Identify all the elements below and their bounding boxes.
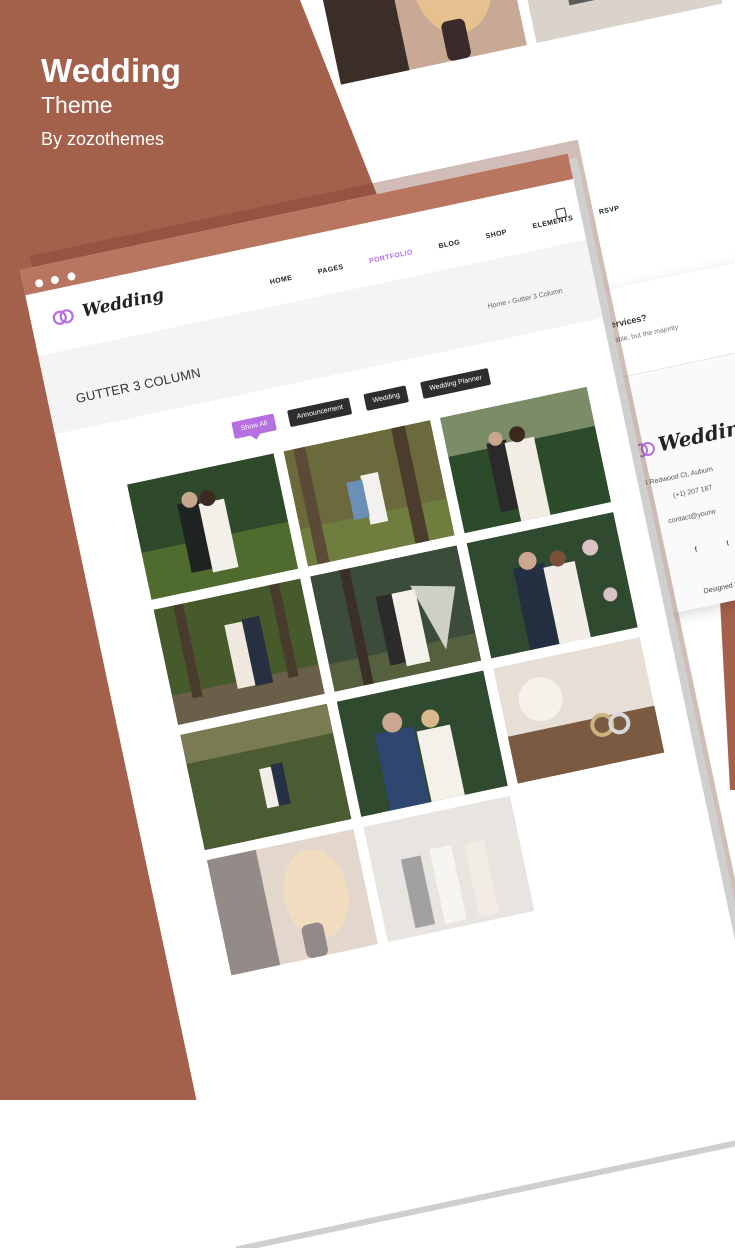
brand-subtitle: Theme [41,92,113,118]
nav-blog[interactable]: BLOG [438,239,461,250]
filter-announcement[interactable]: Announcement [287,397,353,428]
footer-logo: Wedding [655,412,735,457]
nav-portfolio[interactable]: PORTFOLIO [369,249,414,265]
window-dot [50,275,61,285]
facebook-icon[interactable]: f [694,542,712,554]
portfolio-item[interactable] [466,511,638,659]
brand-author: By zozothemes [41,129,165,149]
nav-pages[interactable]: PAGES [317,264,344,276]
breadcrumb-separator: › [507,298,512,307]
filter-show-all[interactable]: Show All [231,413,277,440]
portfolio-item[interactable] [336,670,508,818]
breadcrumb-home[interactable]: Home [487,300,507,311]
breadcrumb-current: Gutter 3 Column [511,287,564,306]
filter-wedding[interactable]: Wedding [363,385,410,411]
window-dot [34,278,44,289]
portfolio-item[interactable] [153,578,325,726]
portfolio-item[interactable] [363,795,535,943]
brand-block: Wedding Theme By zozothemes [41,52,181,150]
portfolio-item[interactable] [126,453,299,600]
portfolio-item[interactable] [493,637,665,784]
footer-email[interactable]: contact@yourw [668,508,717,525]
filter-wedding-planner[interactable]: Wedding Planner [419,367,492,399]
bag-icon[interactable] [555,207,567,220]
portfolio-item[interactable] [283,420,455,567]
nav-rsvp[interactable]: RSVP [598,205,620,216]
portfolio-item[interactable] [439,386,612,534]
portfolio-item[interactable] [310,545,482,692]
nav-home[interactable]: HOME [269,275,293,287]
site-logo[interactable]: Wedding [49,285,166,329]
portfolio-item[interactable] [206,828,379,976]
nav-shop[interactable]: SHOP [485,229,507,240]
footer-credit: Designed B [703,581,735,596]
top-photo-strip [300,0,735,97]
window-dot [66,271,77,282]
top-photos-svg [309,0,723,85]
portfolio-item[interactable] [180,703,352,851]
footer-phone: (+1) 207 187 [672,484,714,500]
page-title: GUTTER 3 COLUMN [74,364,202,407]
brand-title: Wedding [41,52,182,89]
footer-social: f t [694,535,735,554]
breadcrumb: Home › Gutter 3 Column [487,288,563,311]
logo-text: Wedding [80,284,166,322]
nav-elements[interactable]: ELEMENTS [532,215,574,230]
twitter-icon[interactable]: t [726,535,735,547]
rings-icon [52,309,74,325]
